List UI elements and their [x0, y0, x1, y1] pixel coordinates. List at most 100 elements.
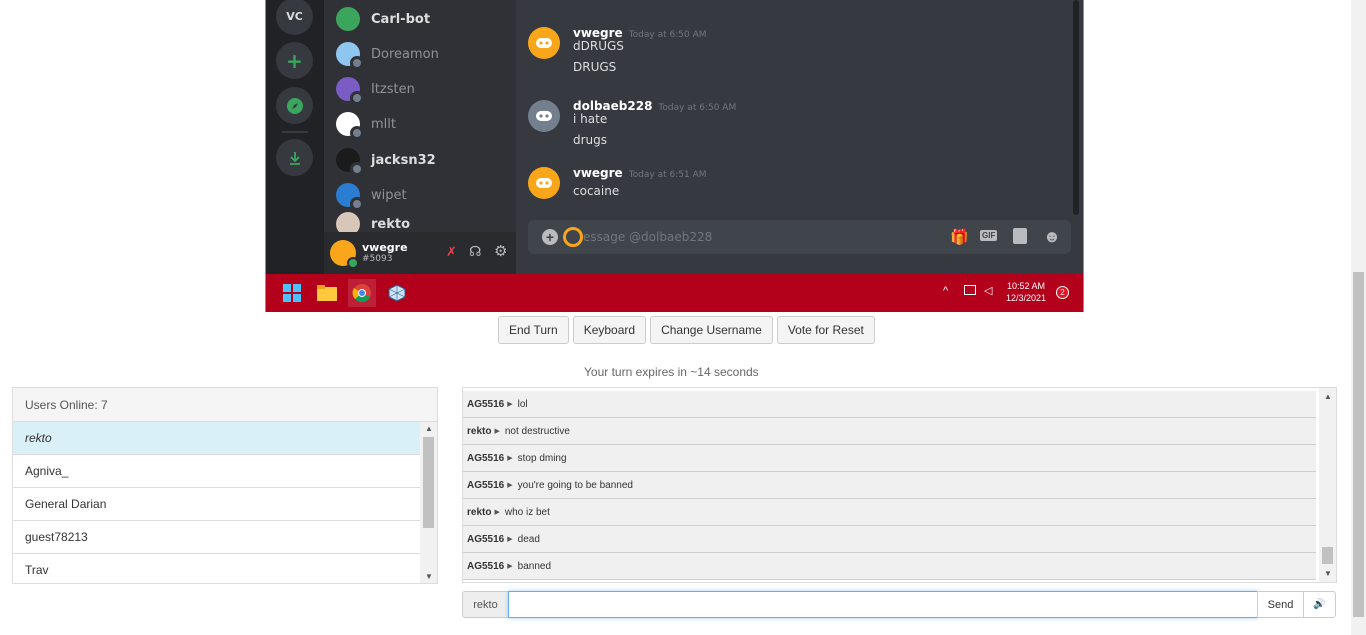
- chat-text: lol: [517, 398, 528, 410]
- message-time: Today at 6:51 AM: [628, 170, 707, 180]
- arrow-icon: ▶: [507, 401, 513, 408]
- page-scrollbar[interactable]: [1351, 0, 1366, 635]
- clock-time: 10:52 AM: [1007, 281, 1046, 291]
- user-panel: vwegre #5093 ✗ ☊ ⚙: [324, 232, 516, 274]
- member-name: jacksn32: [371, 152, 436, 168]
- message-line: DRUGS: [573, 60, 617, 74]
- user-avatar: [330, 240, 359, 269]
- composer-placeholder: essage @dolbaeb228: [583, 230, 713, 244]
- author-name: vwegre: [573, 166, 623, 180]
- settings-gear-icon[interactable]: ⚙: [494, 242, 507, 260]
- gift-icon[interactable]: 🎁: [950, 228, 969, 246]
- chat-user: AG5516: [467, 479, 505, 491]
- attach-plus-icon[interactable]: +: [542, 229, 558, 245]
- volume-muted-icon[interactable]: ◁: [984, 284, 992, 297]
- chevron-up-icon[interactable]: ^: [943, 285, 948, 297]
- gif-icon[interactable]: GIF: [980, 230, 998, 241]
- keyboard-button[interactable]: Keyboard: [572, 316, 647, 344]
- add-server-icon[interactable]: +: [276, 42, 313, 79]
- avatar: [528, 167, 560, 199]
- cursor-indicator: [563, 227, 583, 247]
- chat-area: vwegre Today at 6:50 AM dDRUGS DRUGS dolb…: [516, 0, 1083, 274]
- guild-vc[interactable]: VC: [276, 0, 313, 35]
- member-item[interactable]: mllt: [336, 109, 396, 140]
- chat-user: AG5516: [467, 398, 505, 410]
- message-author: vwegre Today at 6:51 AM: [573, 166, 707, 180]
- scroll-down-arrow-icon[interactable]: ▼: [1324, 569, 1332, 578]
- chat-text: you're going to be banned: [517, 479, 633, 491]
- chat-log-row: AG5516 ▶ banned: [463, 553, 1316, 580]
- vm-screen[interactable]: VC + Carl-bot Doreamon Itzsten mllt jack…: [265, 0, 1084, 312]
- change-username-button[interactable]: Change Username: [650, 316, 773, 344]
- users-panel: Users Online: 7 rekto Agniva_ General Da…: [12, 387, 438, 584]
- mute-icon[interactable]: ✗: [446, 244, 457, 260]
- member-item[interactable]: jacksn32: [336, 145, 436, 176]
- member-name: rekto: [371, 216, 411, 232]
- chat-scroll-thumb[interactable]: [1322, 547, 1333, 564]
- page-scroll-thumb[interactable]: [1353, 272, 1364, 617]
- scroll-up-arrow-icon[interactable]: ▲: [425, 424, 433, 433]
- message-line: drugs: [573, 133, 608, 147]
- avatar: [336, 77, 364, 105]
- chat-log-row: rekto ▶ not destructive: [463, 418, 1316, 445]
- message-line: cocaine: [573, 184, 620, 198]
- chrome-icon[interactable]: [348, 279, 376, 307]
- chat-user: AG5516: [467, 452, 505, 464]
- avatar: [528, 100, 560, 132]
- chat-text: banned: [517, 560, 552, 572]
- avatar: [528, 27, 560, 59]
- download-icon[interactable]: [276, 139, 313, 176]
- end-turn-button[interactable]: End Turn: [498, 316, 569, 344]
- network-icon[interactable]: [964, 285, 976, 295]
- notification-badge[interactable]: 2: [1056, 286, 1069, 299]
- user-item[interactable]: rekto: [13, 422, 420, 455]
- member-item[interactable]: Carl-bot: [336, 4, 430, 34]
- sticker-icon[interactable]: [1013, 228, 1027, 244]
- users-scrollbar[interactable]: ▲ ▼: [420, 422, 437, 583]
- windows-start-icon[interactable]: [278, 279, 306, 307]
- explore-icon[interactable]: [276, 87, 313, 124]
- arrow-icon: ▶: [507, 536, 513, 543]
- member-name: wipet: [371, 187, 407, 203]
- user-item[interactable]: Trav: [13, 554, 420, 583]
- scroll-down-arrow-icon[interactable]: ▼: [425, 572, 433, 581]
- chat-text: stop dming: [517, 452, 567, 464]
- chat-log-scrollbar[interactable]: ▲ ▼: [1319, 388, 1336, 582]
- member-item[interactable]: wipet: [336, 180, 407, 211]
- users-scroll-thumb[interactable]: [423, 437, 434, 528]
- emoji-icon[interactable]: ☻: [1043, 227, 1061, 247]
- chat-log-row: rekto ▶ who iz bet: [463, 499, 1316, 526]
- chat-input[interactable]: [508, 591, 1258, 618]
- chat-user: rekto: [467, 506, 492, 518]
- chat-text: who iz bet: [504, 506, 550, 518]
- member-item[interactable]: Doreamon: [336, 39, 439, 70]
- user-item[interactable]: Agniva_: [13, 455, 420, 488]
- chat-user: rekto: [467, 425, 492, 437]
- arrow-icon: ▶: [507, 563, 513, 570]
- virtualbox-icon[interactable]: [383, 279, 411, 307]
- member-item[interactable]: Itzsten: [336, 74, 415, 105]
- message-composer[interactable]: + essage @dolbaeb228 🎁 GIF ☻: [528, 220, 1071, 254]
- user-item[interactable]: guest78213: [13, 521, 420, 554]
- message-line: dDRUGS: [573, 39, 624, 53]
- arrow-icon: ▶: [494, 428, 500, 435]
- system-clock[interactable]: 10:52 AM 12/3/2021: [1006, 280, 1046, 304]
- headphones-icon[interactable]: ☊: [469, 243, 481, 260]
- vote-reset-button[interactable]: Vote for Reset: [776, 316, 875, 344]
- send-button[interactable]: Send: [1257, 591, 1304, 618]
- avatar: [336, 183, 364, 211]
- message-line: i hate: [573, 112, 608, 126]
- chat-text: dead: [517, 533, 540, 545]
- users-online-header: Users Online: 7: [13, 388, 437, 422]
- user-item[interactable]: General Darian: [13, 488, 420, 521]
- scroll-up-arrow-icon[interactable]: ▲: [1324, 392, 1332, 401]
- member-name: Doreamon: [371, 46, 439, 62]
- chat-scrollbar[interactable]: [1073, 0, 1079, 215]
- file-explorer-icon[interactable]: [313, 279, 341, 307]
- message-time: Today at 6:50 AM: [628, 30, 707, 40]
- avatar: [336, 7, 360, 31]
- message-author: dolbaeb228 Today at 6:50 AM: [573, 99, 736, 113]
- guild-divider: [282, 131, 308, 133]
- clock-date: 12/3/2021: [1006, 293, 1047, 303]
- sound-toggle-icon[interactable]: 🔊: [1303, 591, 1336, 618]
